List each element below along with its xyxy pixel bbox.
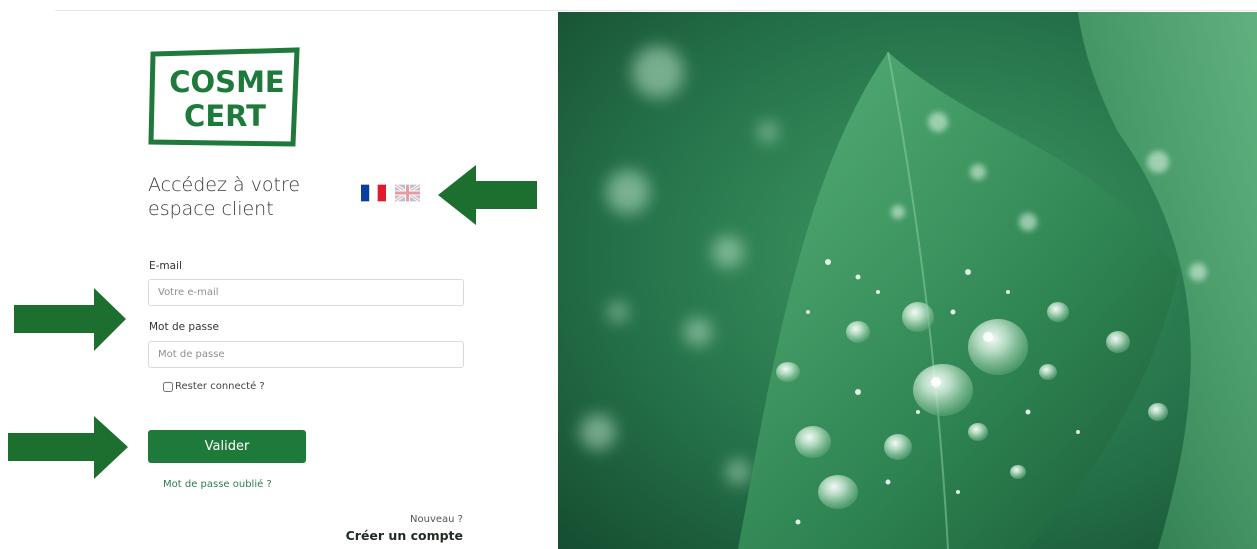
language-switcher xyxy=(361,184,420,202)
arrow-to-login-fields xyxy=(14,288,126,351)
forgot-password-link[interactable]: Mot de passe oublié ? xyxy=(163,479,272,490)
email-label: E-mail xyxy=(149,260,182,272)
page-title-line2: espace client xyxy=(148,198,274,220)
signup-prompt: Nouveau ? xyxy=(410,514,463,525)
logo-line2: CERT xyxy=(184,99,266,133)
logo-line1: COSME xyxy=(169,65,285,99)
french-flag-icon[interactable] xyxy=(361,184,386,202)
remember-me-label: Rester connecté ? xyxy=(175,381,265,392)
submit-button[interactable]: Valider xyxy=(148,430,306,463)
cosmecert-logo: COSME CERT xyxy=(147,46,307,148)
water-droplets-on-leaf-photo xyxy=(558,12,1257,549)
uk-flag-icon[interactable] xyxy=(395,184,420,202)
top-divider xyxy=(55,10,1257,11)
arrow-to-submit-button xyxy=(8,416,128,479)
create-account-link[interactable]: Créer un compte xyxy=(346,528,463,543)
page-title: Accédez à votre espace client xyxy=(148,173,348,221)
remember-me-checkbox[interactable] xyxy=(163,381,173,392)
arrow-to-language-flags xyxy=(438,165,537,225)
password-field[interactable] xyxy=(148,341,464,368)
page-title-line1: Accédez à votre xyxy=(148,174,301,196)
remember-me[interactable]: Rester connecté ? xyxy=(163,381,265,392)
password-label: Mot de passe xyxy=(149,321,219,333)
email-field[interactable] xyxy=(148,279,464,306)
